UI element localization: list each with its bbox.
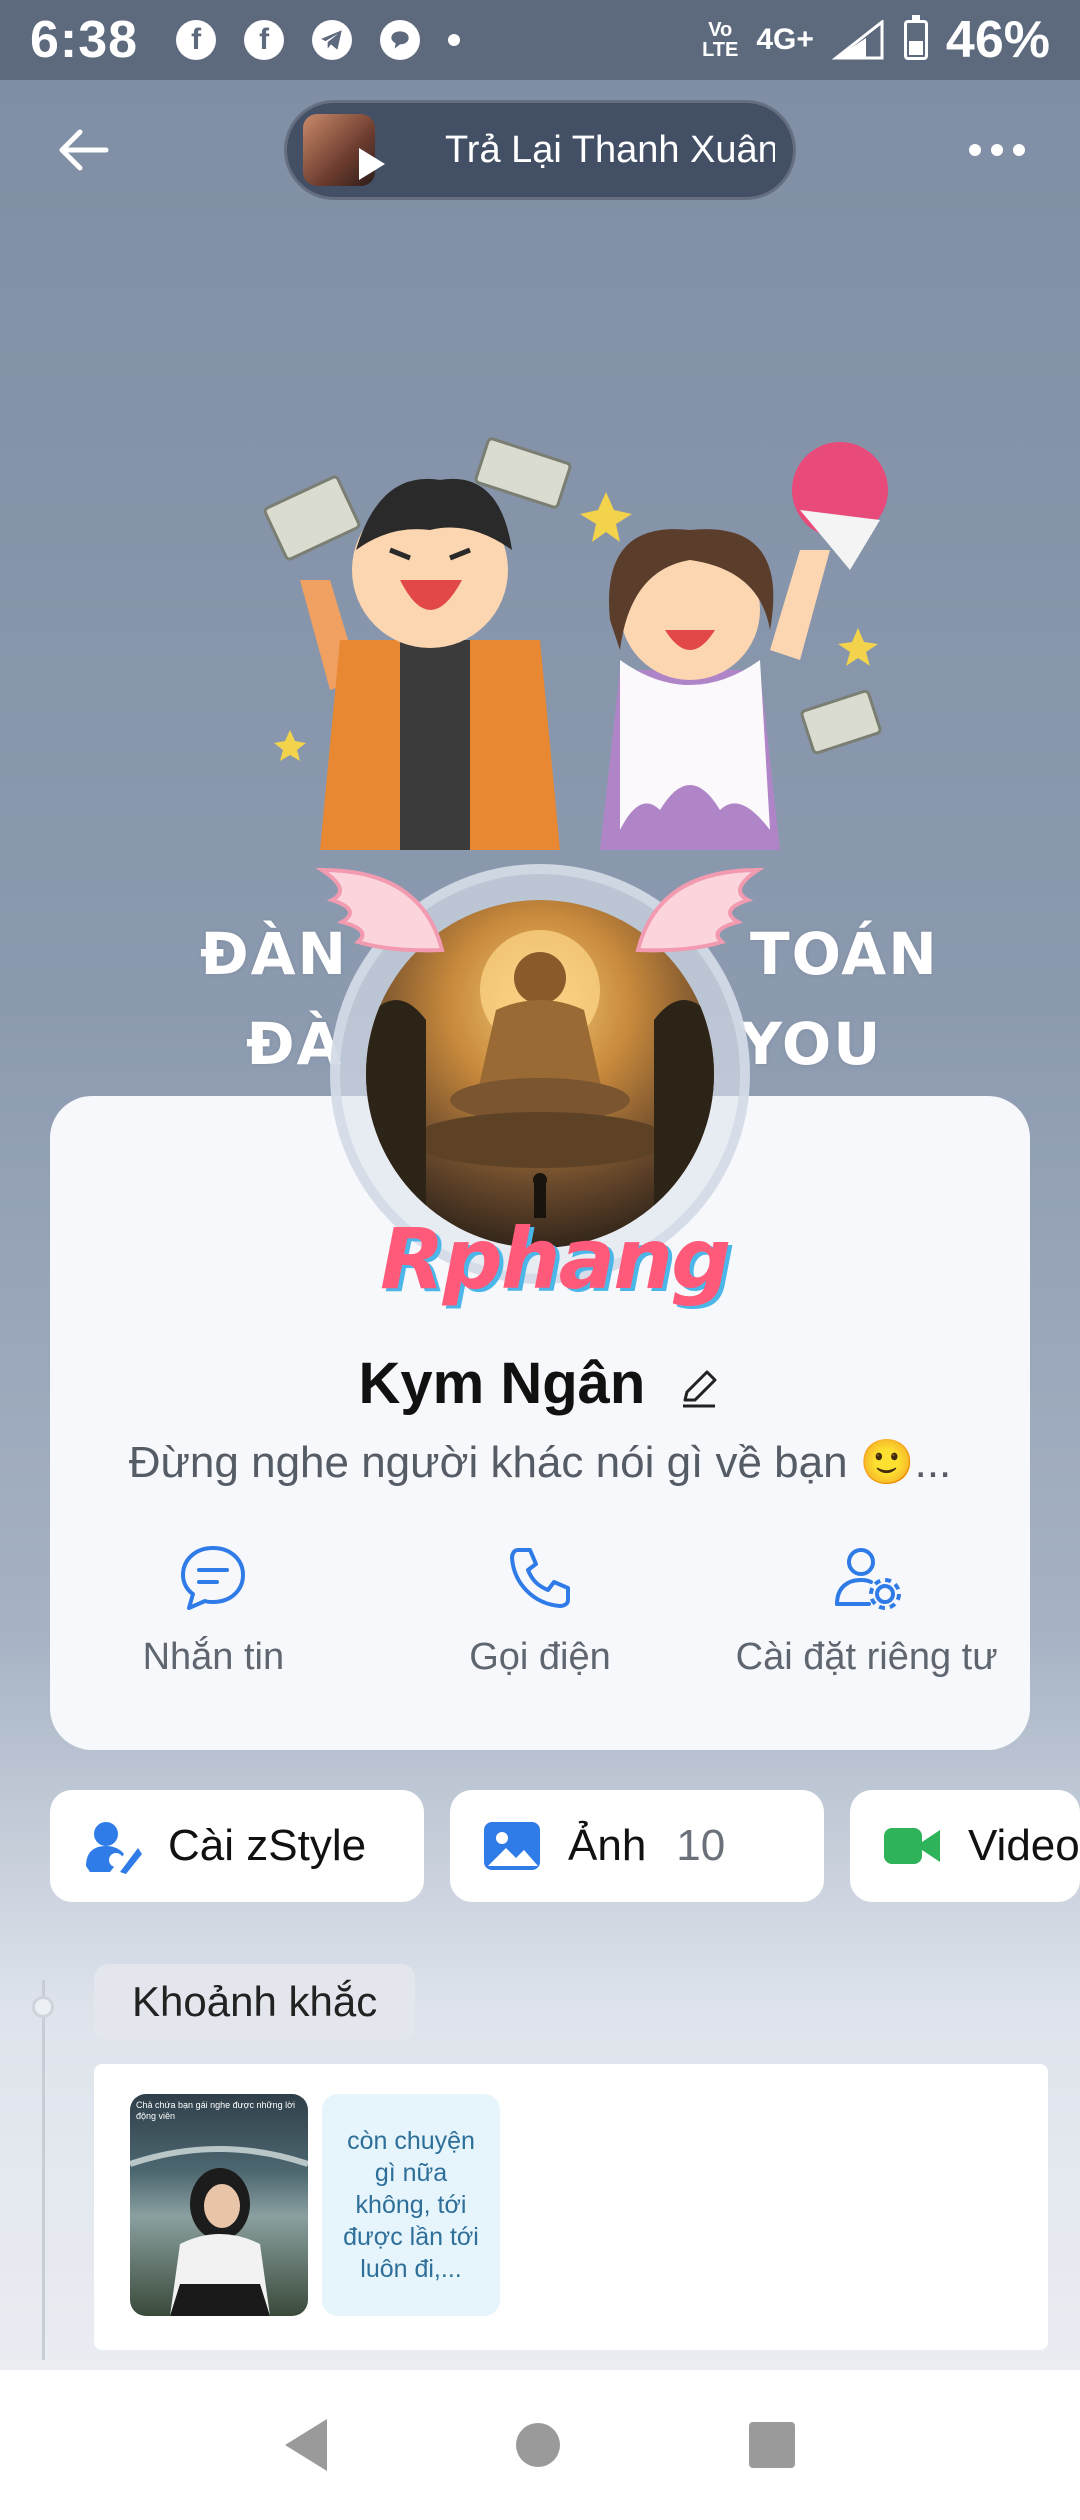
user-settings-icon: [834, 1548, 901, 1610]
photo-icon: [484, 1822, 540, 1870]
right-wing-decoration: [635, 867, 765, 953]
music-title: Trả Lại Thanh Xuân: [445, 128, 775, 171]
nav-home-icon[interactable]: [515, 2423, 560, 2467]
telegram-icon: [312, 20, 353, 60]
message-button[interactable]: Nhắn tin: [50, 1540, 377, 1720]
zstyle-icon: [86, 1822, 142, 1874]
more-options-button[interactable]: [962, 130, 1032, 170]
cover-text-line2-right: YOU: [740, 1010, 883, 1078]
cover-text-line1-right: TOÁN: [750, 920, 939, 988]
cover-text-line2-left: ĐÀ: [246, 1010, 344, 1078]
profile-bio[interactable]: Đừng nghe người khác nói gì về bạn 🙂...: [60, 1436, 1020, 1488]
volte-indicator: Vo LTE: [702, 19, 739, 61]
more-dots-icon: [969, 144, 981, 156]
system-nav-bar: [0, 2370, 1080, 2520]
moment-photo-caption: Chả chứa bạn gái nghe được những lời độn…: [136, 2100, 295, 2121]
moment-photo-item[interactable]: Chả chứa bạn gái nghe được những lời độn…: [130, 2094, 308, 2316]
videos-button[interactable]: Video: [850, 1790, 1080, 1902]
profile-name-text: Kym Ngân: [358, 1351, 646, 1416]
pencil-icon[interactable]: [677, 1366, 721, 1410]
moment-text-item[interactable]: còn chuyện gì nữa không, tới được lần tớ…: [322, 2094, 500, 2316]
music-thumbnail: [303, 114, 385, 186]
timeline-line: [42, 1980, 45, 2360]
facebook-icon: f: [176, 20, 217, 60]
profile-music-pill[interactable]: Trả Lại Thanh Xuân: [284, 100, 796, 200]
zstyle-label: Cài zStyle: [168, 1821, 367, 1870]
arrow-left-icon: [59, 129, 109, 171]
back-button[interactable]: [52, 118, 116, 182]
status-time: 6:38: [30, 11, 139, 69]
moments-title: Khoảnh khắc: [94, 1964, 416, 2040]
more-notifications-dot: [448, 34, 461, 46]
photos-count: 10: [676, 1821, 726, 1870]
call-button[interactable]: Gọi điện: [377, 1540, 704, 1720]
status-bar: 6:38 f f Vo LTE 4G+ 46%: [0, 0, 1080, 80]
network-type: 4G+: [756, 23, 814, 56]
photos-label: Ảnh: [568, 1821, 647, 1870]
profile-actions: Nhắn tin Gọi điện Cài đặt riêng tư: [50, 1540, 1030, 1720]
call-label: Gọi điện: [469, 1636, 611, 1678]
video-camera-icon: [884, 1828, 940, 1864]
nav-recents-icon[interactable]: [749, 2422, 796, 2468]
timeline-dot: [32, 1996, 54, 2018]
profile-quick-buttons: Cài zStyle Ảnh 10 Video: [50, 1790, 1080, 1902]
left-wing-decoration: [315, 867, 445, 953]
battery-icon: [903, 15, 928, 60]
notification-icons: f f: [176, 20, 461, 60]
nav-back-icon[interactable]: [284, 2419, 327, 2471]
messenger-icon: [380, 20, 421, 60]
phone-icon: [510, 1548, 570, 1608]
signal-icon: [831, 20, 884, 60]
moments-panel: Chả chứa bạn gái nghe được những lời độn…: [94, 2064, 1048, 2350]
facebook-icon-2: f: [244, 20, 285, 60]
privacy-settings-button[interactable]: Cài đặt riêng tư: [703, 1540, 1030, 1720]
battery-level: 46%: [945, 11, 1050, 69]
videos-label: Video: [968, 1821, 1080, 1870]
privacy-settings-label: Cài đặt riêng tư: [735, 1636, 998, 1678]
watermark-logo: Rphang: [380, 1210, 731, 1308]
profile-name: Kym Ngân: [0, 1350, 1080, 1417]
message-label: Nhắn tin: [142, 1636, 285, 1678]
photos-button[interactable]: Ảnh 10: [450, 1790, 824, 1902]
moment-photo-image: [130, 2146, 308, 2316]
chat-bubble-icon: [181, 1546, 246, 1610]
play-icon: [359, 148, 385, 180]
zstyle-button[interactable]: Cài zStyle: [50, 1790, 424, 1902]
